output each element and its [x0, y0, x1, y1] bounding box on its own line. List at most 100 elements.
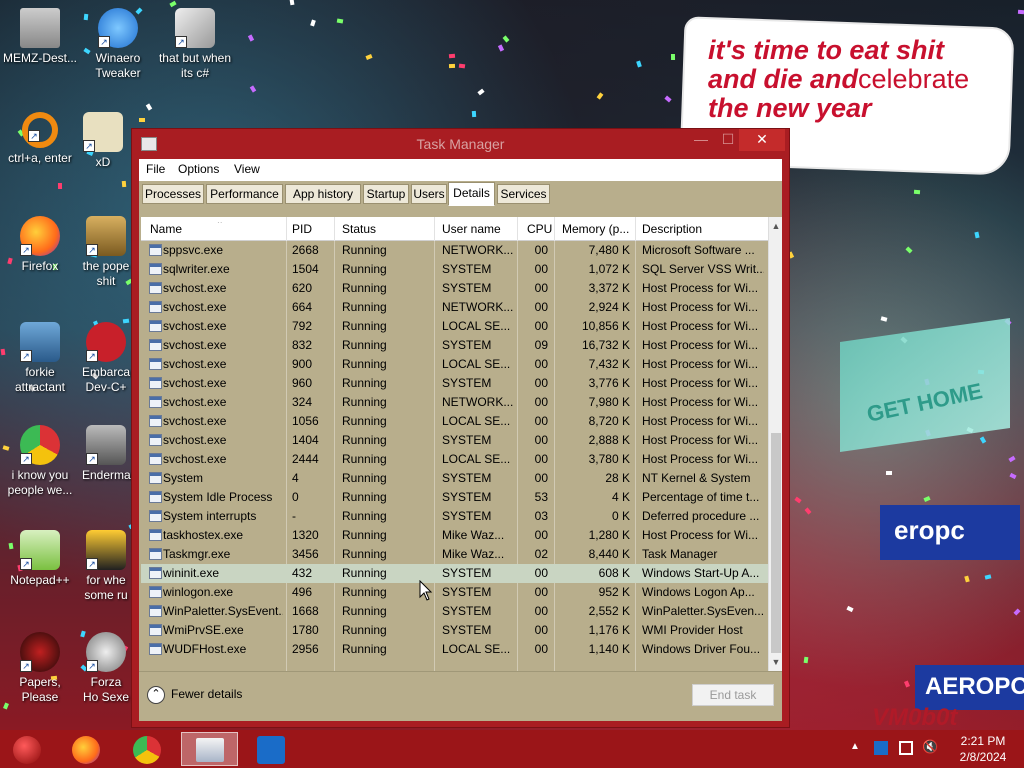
table-row[interactable]: svchost.exe 832 Running SYSTEM 09 16,732 K Hos…: [141, 336, 768, 355]
cell-name: svchost.exe: [163, 338, 227, 352]
tab-services[interactable]: Services: [497, 184, 550, 204]
desktop-icon-papers-please[interactable]: ↗ Papers, Please: [0, 632, 80, 705]
cell-description: Host Process for Wi...: [642, 528, 759, 542]
cell-cpu: 00: [534, 262, 548, 276]
table-row[interactable]: svchost.exe 324 Running NETWORK... 00 7,980 K…: [141, 393, 768, 412]
fewer-details-button[interactable]: ⌃ Fewer details: [147, 686, 242, 704]
close-button[interactable]: ✕: [739, 129, 785, 151]
table-row[interactable]: wininit.exe 432 Running SYSTEM 00 608 K Window…: [141, 564, 768, 583]
title-bar[interactable]: Task Manager — ☐ ✕: [132, 129, 789, 159]
confetti-piece: [448, 63, 456, 69]
minimize-button[interactable]: —: [687, 129, 715, 151]
table-row[interactable]: svchost.exe 960 Running SYSTEM 00 3,776 K Host…: [141, 374, 768, 393]
confetti-piece: [502, 35, 510, 43]
column-header-memory[interactable]: Memory (p...: [562, 222, 634, 236]
papers-please-icon: ↗: [20, 632, 60, 672]
cell-memory: 8,440 K: [588, 547, 630, 561]
table-row[interactable]: sqlwriter.exe 1504 Running SYSTEM 00 1,072 K S…: [141, 260, 768, 279]
table-row[interactable]: svchost.exe 620 Running SYSTEM 00 3,372 K Host…: [141, 279, 768, 298]
taskbar-task-manager[interactable]: [181, 732, 238, 766]
table-row[interactable]: winlogon.exe 496 Running SYSTEM 00 952 K Windo…: [141, 583, 768, 602]
taskbar-chrome[interactable]: [120, 732, 170, 766]
confetti-piece: [145, 103, 153, 111]
cell-pid: 324: [292, 395, 313, 409]
desktop-icon-firefox[interactable]: ↗ Firefox: [0, 216, 80, 274]
table-row[interactable]: svchost.exe 1404 Running SYSTEM 00 2,888 K Hos…: [141, 431, 768, 450]
task-manager-window[interactable]: Task Manager — ☐ ✕ File Options View Pro…: [131, 128, 790, 728]
clock[interactable]: 2:21 PM 2/8/2024: [953, 733, 1013, 765]
cell-status: Running: [342, 338, 387, 352]
column-divider[interactable]: [434, 217, 435, 241]
menu-file[interactable]: File: [146, 162, 165, 176]
tab-users[interactable]: Users: [411, 184, 447, 204]
volume-muted-icon[interactable]: 🔇: [922, 739, 938, 768]
tab-app-history[interactable]: App history: [285, 184, 361, 204]
table-row[interactable]: WmiPrvSE.exe 1780 Running SYSTEM 00 1,176 K WM…: [141, 621, 768, 640]
column-header-pid[interactable]: PID: [292, 222, 332, 236]
column-divider[interactable]: [517, 217, 518, 241]
column-header-name[interactable]: Name ⌃: [150, 222, 285, 236]
column-divider[interactable]: [554, 217, 555, 241]
table-row[interactable]: Taskmgr.exe 3456 Running Mike Waz... 02 8,440…: [141, 545, 768, 564]
tab-processes[interactable]: Processes: [142, 184, 204, 204]
taskbar-outlook[interactable]: [243, 732, 300, 766]
desktop-icon-memz[interactable]: MEMZ-Dest...: [0, 8, 80, 66]
desktop-icon-ctrl-a[interactable]: ↗ ctrl+a, enter: [0, 112, 80, 166]
network-icon[interactable]: [899, 741, 913, 755]
desktop-icon-pope[interactable]: ↗ the pope shit: [82, 216, 130, 289]
cell-cpu: 02: [534, 547, 548, 561]
desktop-icon-notepadpp[interactable]: ↗ Notepad++: [0, 530, 80, 588]
end-task-button[interactable]: End task: [692, 684, 774, 706]
desktop-icon-enderman[interactable]: ↗ Enderma: [82, 425, 131, 483]
process-icon: [149, 263, 162, 275]
column-divider[interactable]: [334, 217, 335, 241]
desktop-icon-winaero[interactable]: ↗ Winaero Tweaker: [78, 8, 158, 81]
scroll-up-icon[interactable]: ▲: [769, 219, 782, 233]
tab-performance[interactable]: Performance: [206, 184, 283, 204]
table-row[interactable]: System 4 Running SYSTEM 00 28 K NT Kernel & Sy…: [141, 469, 768, 488]
column-header-description[interactable]: Description: [642, 222, 764, 236]
desktop-icon-forza[interactable]: ↗ Forza Ho Sexe: [82, 632, 130, 705]
table-row[interactable]: svchost.exe 2444 Running LOCAL SE... 00 3,780…: [141, 450, 768, 469]
table-row[interactable]: svchost.exe 664 Running NETWORK... 00 2,924 K…: [141, 298, 768, 317]
desktop-icon-csharp[interactable]: ↗ that but when its c#: [155, 8, 235, 81]
desktop-icon-chrome[interactable]: ↗ i know you people we...: [0, 425, 80, 498]
desktop-icon-forkie[interactable]: ↗ forkie attractant: [0, 322, 80, 395]
ring-icon: ↗: [22, 112, 58, 148]
column-header-status[interactable]: Status: [342, 222, 432, 236]
desktop-icon-devcpp[interactable]: ↗ Embarca Dev-C+: [82, 322, 130, 395]
table-row[interactable]: WUDFHost.exe 2956 Running LOCAL SE... 00 1,14…: [141, 640, 768, 659]
desktop-icon-dj[interactable]: ↗ for whe some ru: [82, 530, 130, 603]
scroll-down-icon[interactable]: ▼: [769, 655, 782, 669]
column-header-user[interactable]: User name: [442, 222, 517, 236]
desktop-icon-xd[interactable]: ↗ xD: [78, 112, 128, 170]
tab-details[interactable]: Details: [448, 182, 495, 206]
column-divider[interactable]: [635, 217, 636, 241]
start-button[interactable]: [0, 732, 50, 766]
table-row[interactable]: svchost.exe 792 Running LOCAL SE... 00 10,856…: [141, 317, 768, 336]
menu-options[interactable]: Options: [178, 162, 219, 176]
table-row[interactable]: System Idle Process 0 Running SYSTEM 53 4 K Pe…: [141, 488, 768, 507]
cell-description: Percentage of time t...: [642, 490, 760, 504]
cell-description: Host Process for Wi...: [642, 376, 759, 390]
menu-view[interactable]: View: [234, 162, 260, 176]
tab-startup[interactable]: Startup: [363, 184, 409, 204]
table-row[interactable]: svchost.exe 900 Running LOCAL SE... 00 7,432 …: [141, 355, 768, 374]
table-row[interactable]: sppsvc.exe 2668 Running NETWORK... 00 7,480 K…: [141, 241, 768, 260]
cell-cpu: 00: [534, 300, 548, 314]
column-divider[interactable]: [286, 217, 287, 241]
table-row[interactable]: svchost.exe 1056 Running LOCAL SE... 00 8,720…: [141, 412, 768, 431]
confetti-piece: [289, 0, 295, 6]
outlook-tray-icon[interactable]: [874, 741, 888, 755]
scroll-thumb[interactable]: [771, 433, 781, 653]
table-row[interactable]: System interrupts - Running SYSTEM 03 0 K Defe…: [141, 507, 768, 526]
table-row[interactable]: WinPaletter.SysEvent... 1668 Running SYSTEM…: [141, 602, 768, 621]
table-row[interactable]: taskhostex.exe 1320 Running Mike Waz... 00 1,…: [141, 526, 768, 545]
chevron-up-icon[interactable]: ▲: [850, 741, 860, 768]
cell-cpu: 00: [534, 642, 548, 656]
vertical-scrollbar[interactable]: ▲ ▼: [768, 217, 782, 671]
cell-memory: 28 K: [605, 471, 630, 485]
maximize-button[interactable]: ☐: [715, 129, 741, 151]
column-header-cpu[interactable]: CPU: [527, 222, 555, 236]
taskbar-firefox[interactable]: [59, 732, 109, 766]
